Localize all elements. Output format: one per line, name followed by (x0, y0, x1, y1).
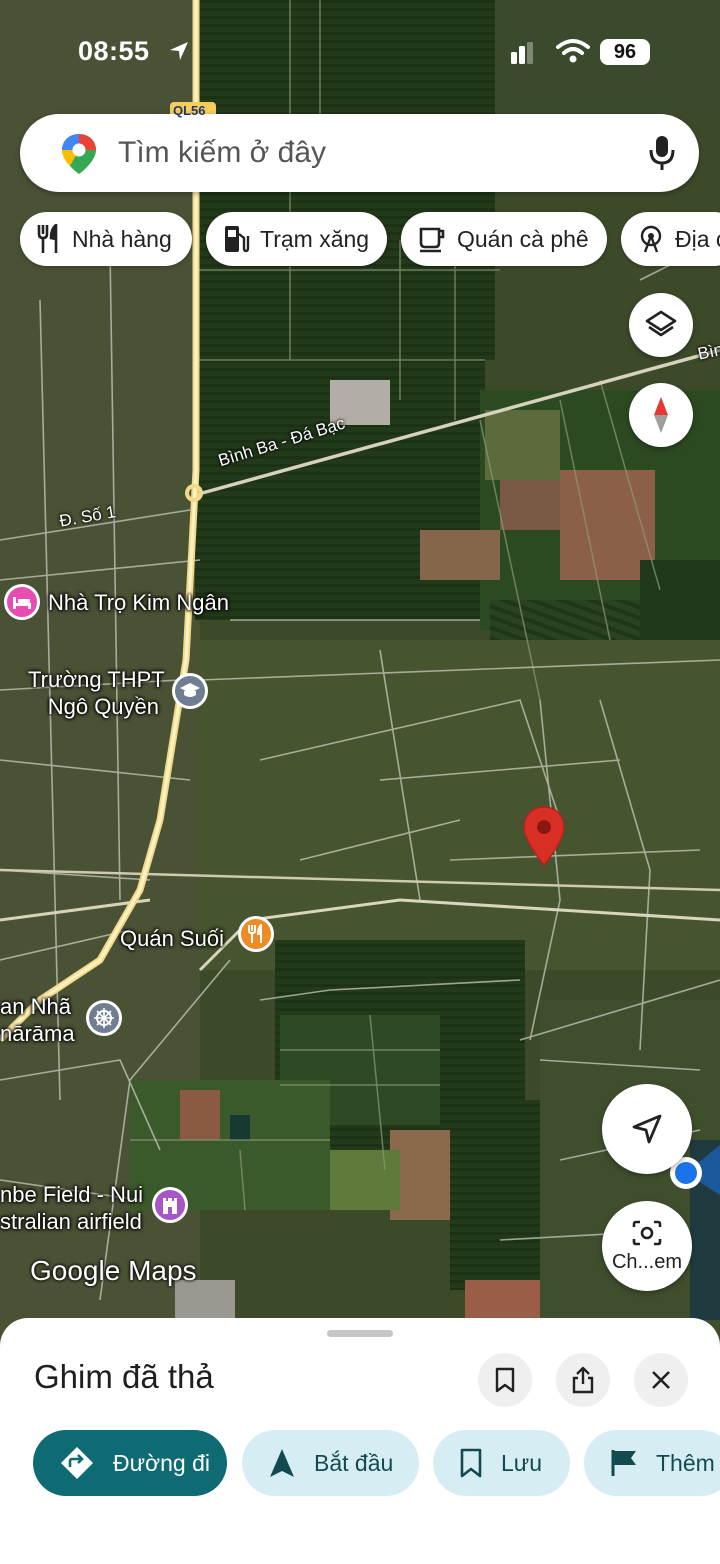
attraction-icon (640, 225, 662, 253)
status-time: 08:55 (78, 36, 150, 66)
add-label-button[interactable]: Thêm (584, 1430, 720, 1496)
place-label-airfield[interactable]: nbe Field - Nui stralian airfield (0, 1181, 143, 1235)
bookmark-icon (460, 1448, 482, 1478)
dropped-pin-icon[interactable] (522, 805, 566, 867)
road-label-partial: Bìn (696, 339, 720, 364)
coffee-icon (419, 227, 445, 253)
lens-label: Ch...em (611, 1250, 683, 1273)
search-input[interactable]: Tìm kiếm ở đây (118, 136, 326, 170)
close-button[interactable] (634, 1353, 688, 1407)
action-label: Thêm (656, 1449, 715, 1476)
battery-indicator: 96 (600, 39, 650, 65)
share-button[interactable] (556, 1353, 610, 1407)
navigation-icon (270, 1449, 294, 1477)
place-bottom-sheet[interactable]: Ghim đã thả Đường đi Bắt đầu Lưu Thêm (0, 1318, 720, 1564)
microphone-icon[interactable] (648, 134, 676, 172)
bookmark-icon (495, 1367, 515, 1393)
action-label: Đường đi (113, 1449, 210, 1476)
gas-station-icon (225, 226, 250, 253)
highway-shield-label: QL56 (173, 103, 206, 118)
close-icon (652, 1371, 670, 1389)
layers-button[interactable] (629, 293, 693, 357)
restaurant-icon (37, 224, 58, 253)
search-bar[interactable]: Tìm kiếm ở đây (20, 114, 699, 192)
place-label-temple[interactable]: an Nhã nārāma (0, 993, 75, 1047)
chip-label: Quán cà phê (457, 225, 589, 252)
chip-coffee[interactable]: Quán cà phê (401, 212, 607, 266)
camera-lens-icon (632, 1220, 662, 1245)
my-location-button[interactable] (602, 1084, 692, 1174)
temple-icon[interactable] (86, 1000, 122, 1036)
place-label-hotel[interactable]: Nhà Trọ Kim Ngân (48, 589, 229, 616)
cellular-signal-icon (511, 42, 533, 64)
place-label-school[interactable]: Trường THPT Ngô Quyền (28, 666, 165, 720)
action-label: Bắt đầu (314, 1449, 394, 1476)
castle-icon[interactable] (152, 1187, 188, 1223)
chip-attractions[interactable]: Địa c (621, 212, 720, 266)
sheet-title: Ghim đã thả (34, 1358, 214, 1395)
chip-label: Nhà hàng (72, 225, 172, 252)
compass-button[interactable] (629, 383, 693, 447)
lens-button[interactable]: Ch...em (602, 1201, 692, 1291)
action-label: Lưu (501, 1449, 542, 1476)
compass-icon (654, 397, 668, 433)
location-services-icon (170, 42, 188, 60)
start-button[interactable]: Bắt đầu (242, 1430, 419, 1496)
flag-icon (611, 1450, 636, 1476)
chip-gas-stations[interactable]: Trạm xăng (206, 212, 387, 266)
google-maps-attribution: Google Maps (30, 1255, 197, 1286)
place-label-restaurant[interactable]: Quán Suối (120, 925, 224, 952)
navigation-arrow-icon (632, 1114, 662, 1144)
hotel-icon[interactable] (4, 584, 40, 620)
chip-restaurants[interactable]: Nhà hàng (20, 212, 192, 266)
directions-button[interactable]: Đường đi (33, 1430, 227, 1496)
school-icon[interactable] (172, 673, 208, 709)
save-button[interactable]: Lưu (433, 1430, 570, 1496)
chip-label: Địa c (675, 225, 720, 252)
sheet-drag-handle[interactable] (327, 1330, 393, 1337)
wifi-icon (556, 39, 590, 63)
restaurant-pin-icon[interactable] (238, 916, 274, 952)
layers-icon (645, 310, 677, 337)
google-maps-logo-icon (62, 134, 96, 174)
chip-label: Trạm xăng (260, 225, 370, 252)
save-bookmark-button[interactable] (478, 1353, 532, 1407)
directions-icon (61, 1447, 93, 1479)
share-icon (572, 1366, 594, 1394)
